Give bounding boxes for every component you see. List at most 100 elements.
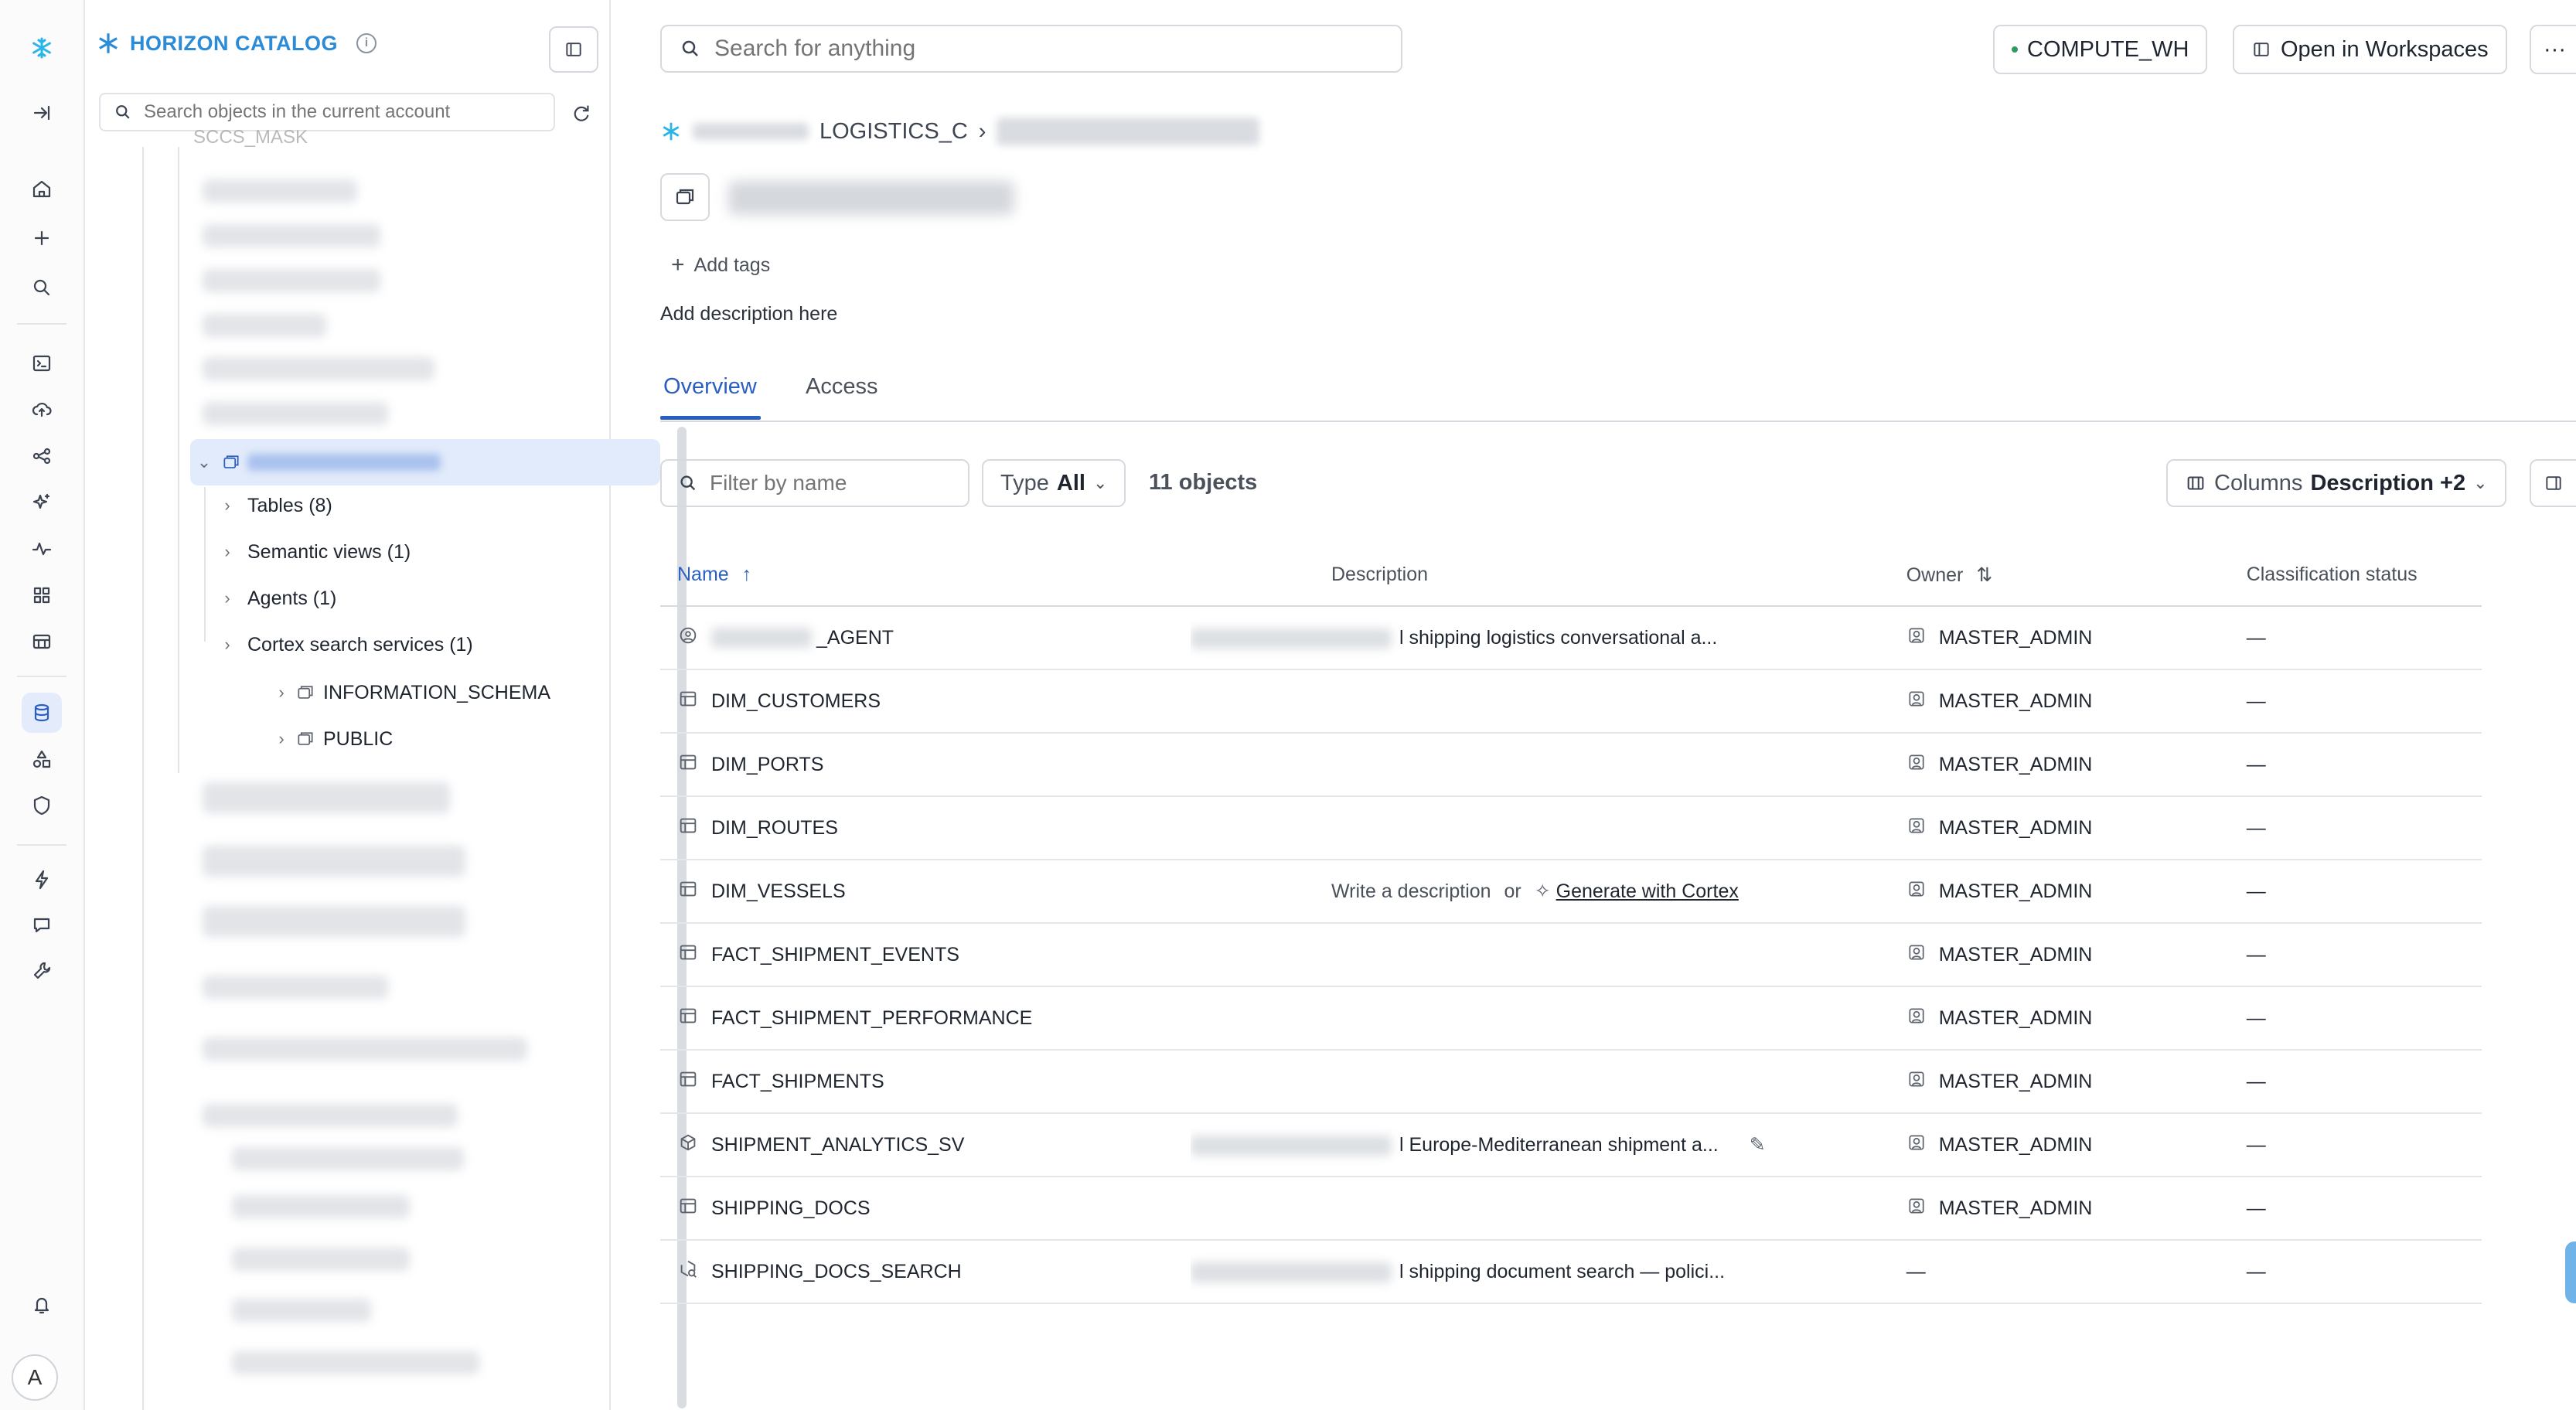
floating-help-tab[interactable]: [2565, 1241, 2576, 1303]
home-icon[interactable]: [22, 169, 62, 209]
name-cell[interactable]: FACT_SHIPMENT_EVENTS: [660, 923, 1314, 987]
blurred-item[interactable]: [203, 846, 465, 877]
tree-item-cortex-search[interactable]: › Cortex search services (1): [216, 623, 472, 666]
shapes-icon[interactable]: [22, 739, 62, 779]
table-row[interactable]: DIM_CUSTOMERS MASTER_ADMIN —: [660, 669, 2482, 734]
blurred-item[interactable]: [232, 1299, 371, 1322]
marketplace-icon[interactable]: [22, 622, 62, 662]
sparkle-icon[interactable]: [22, 482, 62, 523]
filter-input[interactable]: [710, 471, 957, 496]
column-header-name[interactable]: Name ↑: [660, 544, 1314, 607]
expand-sidebar-icon[interactable]: [22, 93, 62, 133]
blurred-item[interactable]: [203, 179, 357, 203]
name-cell[interactable]: DIM_CUSTOMERS: [660, 669, 1314, 734]
table-row[interactable]: SHIPPING_DOCS MASTER_ADMIN —: [660, 1177, 2482, 1241]
blurred-item[interactable]: [203, 1037, 527, 1061]
global-search-field[interactable]: [660, 25, 1402, 73]
chevron-right-icon[interactable]: ›: [216, 635, 238, 655]
table-row[interactable]: SHIPMENT_ANALYTICS_SV l Europe-Mediterra…: [660, 1113, 2482, 1177]
blurred-item[interactable]: [232, 1195, 410, 1218]
blurred-item[interactable]: [232, 1147, 464, 1170]
tree-item-public[interactable]: › PUBLIC: [277, 717, 393, 761]
add-tags-button[interactable]: + Add tags: [671, 252, 770, 278]
add-description-link[interactable]: Add description here: [660, 303, 837, 325]
database-icon[interactable]: [22, 693, 62, 733]
table-row[interactable]: FACT_SHIPMENT_EVENTS MASTER_ADMIN —: [660, 923, 2482, 987]
bell-icon[interactable]: [22, 1285, 62, 1325]
filter-by-name-field[interactable]: [660, 459, 969, 507]
blurred-item[interactable]: [203, 976, 388, 999]
type-filter-dropdown[interactable]: Type All ⌄: [982, 459, 1126, 507]
chevron-right-icon[interactable]: ›: [216, 588, 238, 608]
table-row[interactable]: DIM_PORTS MASTER_ADMIN —: [660, 733, 2482, 797]
blurred-item[interactable]: [232, 1248, 410, 1271]
blurred-item[interactable]: [232, 1351, 479, 1374]
chevron-right-icon[interactable]: ›: [216, 542, 238, 562]
name-cell[interactable]: FACT_SHIPMENTS: [660, 1050, 1314, 1114]
plus-icon[interactable]: [22, 218, 62, 258]
chevron-right-icon[interactable]: ›: [216, 496, 238, 516]
table-row[interactable]: DIM_ROUTES MASTER_ADMIN —: [660, 796, 2482, 860]
name-cell[interactable]: SHIPPING_DOCS: [660, 1177, 1314, 1241]
snowflake-logo-icon[interactable]: [22, 28, 62, 68]
graph-icon[interactable]: [22, 436, 62, 476]
chevron-right-icon[interactable]: ›: [271, 683, 292, 703]
refresh-button[interactable]: [564, 96, 598, 130]
write-description-link[interactable]: Write a description: [1331, 880, 1491, 902]
column-header-classification[interactable]: Classification status: [2229, 544, 2482, 607]
selected-schema-row[interactable]: ⌄: [193, 441, 441, 484]
blurred-item[interactable]: [203, 357, 434, 380]
activity-icon[interactable]: [22, 529, 62, 569]
columns-dropdown[interactable]: Columns Description +2 ⌄: [2166, 459, 2506, 507]
tree-item-information-schema[interactable]: › INFORMATION_SCHEMA: [277, 671, 550, 714]
name-cell[interactable]: DIM_PORTS: [660, 733, 1314, 797]
details-panel-toggle[interactable]: [2530, 459, 2576, 507]
blurred-item[interactable]: [203, 224, 380, 247]
tab-overview[interactable]: Overview: [660, 374, 761, 420]
edit-pencil-icon[interactable]: ✎: [1750, 1134, 1766, 1156]
terminal-icon[interactable]: [22, 343, 62, 383]
breadcrumb-account[interactable]: [693, 123, 809, 140]
global-search-input[interactable]: [714, 36, 1379, 62]
collapse-panel-button[interactable]: [549, 26, 598, 73]
bolt-icon[interactable]: [22, 860, 62, 900]
name-cell[interactable]: FACT_SHIPMENT_PERFORMANCE: [660, 986, 1314, 1051]
avatar[interactable]: A: [12, 1354, 58, 1401]
name-cell[interactable]: DIM_ROUTES: [660, 796, 1314, 860]
column-header-description[interactable]: Description: [1314, 544, 1889, 607]
table-row[interactable]: FACT_SHIPMENT_PERFORMANCE MASTER_ADMIN —: [660, 986, 2482, 1051]
tree-item-agents[interactable]: › Agents (1): [216, 577, 336, 620]
chat-icon[interactable]: [22, 904, 62, 945]
info-icon[interactable]: i: [356, 33, 377, 53]
blurred-item[interactable]: [203, 1104, 458, 1127]
table-row[interactable]: FACT_SHIPMENTS MASTER_ADMIN —: [660, 1050, 2482, 1114]
breadcrumb-database[interactable]: LOGISTICS_C: [819, 119, 968, 145]
tree-item-tables[interactable]: › Tables (8): [216, 484, 332, 527]
blurred-item[interactable]: [203, 906, 465, 937]
grid-icon[interactable]: [22, 575, 62, 615]
breadcrumb-schema[interactable]: [997, 118, 1260, 145]
tab-access[interactable]: Access: [806, 374, 877, 400]
blurred-item[interactable]: [203, 782, 450, 813]
shield-icon[interactable]: [22, 785, 62, 826]
chevron-right-icon[interactable]: ›: [271, 729, 292, 749]
table-row[interactable]: _AGENT l shipping logistics conversation…: [660, 606, 2482, 670]
chevron-down-icon[interactable]: ⌄: [193, 452, 215, 472]
blurred-item[interactable]: [203, 269, 380, 292]
open-workspaces-button[interactable]: Open in Workspaces: [2233, 25, 2507, 74]
tree-item-semantic-views[interactable]: › Semantic views (1): [216, 530, 411, 574]
table-row[interactable]: DIM_VESSELS Write a description or ✧ Gen…: [660, 860, 2482, 924]
warehouse-button[interactable]: COMPUTE_WH: [1993, 25, 2208, 74]
name-cell[interactable]: DIM_VESSELS: [660, 860, 1314, 924]
search-icon[interactable]: [22, 267, 62, 308]
cloud-upload-icon[interactable]: [22, 390, 62, 430]
catalog-search-field[interactable]: [99, 93, 555, 131]
wrench-icon[interactable]: [22, 951, 62, 991]
more-button[interactable]: ···: [2530, 25, 2576, 74]
generate-with-cortex-link[interactable]: Generate with Cortex: [1556, 880, 1739, 902]
partial-tree-item[interactable]: SCCS_MASK: [193, 116, 308, 159]
table-row[interactable]: SHIPPING_DOCS_SEARCH l shipping document…: [660, 1240, 2482, 1304]
column-header-owner[interactable]: Owner ⇅: [1889, 544, 2230, 607]
blurred-item[interactable]: [203, 314, 326, 337]
blurred-item[interactable]: [203, 402, 388, 425]
